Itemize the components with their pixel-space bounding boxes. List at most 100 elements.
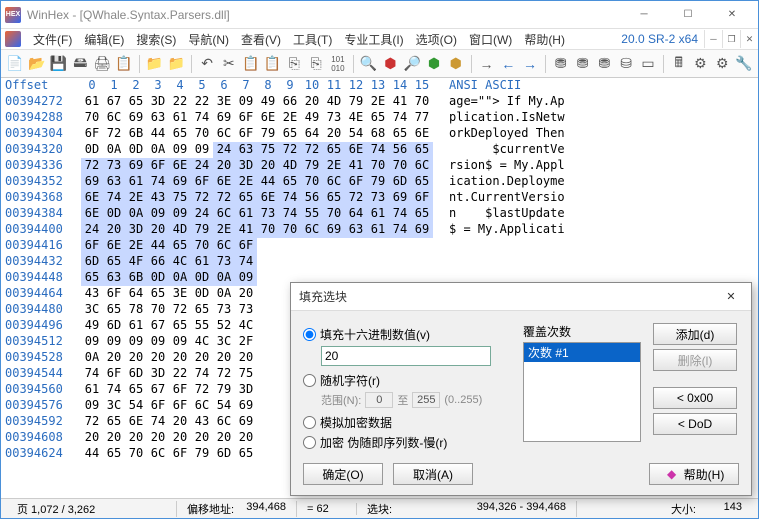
byte-cell[interactable]: 2E (125, 238, 147, 254)
byte-cell[interactable]: 74 (389, 206, 411, 222)
hex-row[interactable]: 0039435269636174696F6E2E4465706C6F796D65… (1, 174, 758, 190)
range-to-input[interactable] (412, 392, 440, 408)
byte-cell[interactable]: 3D (235, 158, 257, 174)
byte-cell[interactable]: 65 (103, 302, 125, 318)
byte-cell[interactable]: 61 (235, 206, 257, 222)
byte-cell[interactable]: 77 (411, 110, 433, 126)
byte-cell[interactable]: 2F (235, 334, 257, 350)
byte-cell[interactable]: 20 (103, 350, 125, 366)
byte-cell[interactable]: 65 (323, 142, 345, 158)
byte-cell[interactable]: 70 (125, 446, 147, 462)
byte-cell[interactable]: 73 (213, 254, 235, 270)
tool2-icon[interactable]: ⚙ (712, 53, 732, 75)
byte-cell[interactable]: 55 (191, 318, 213, 334)
undo-icon[interactable]: ↶ (197, 53, 217, 75)
byte-cell[interactable]: 20 (103, 222, 125, 238)
byte-cell[interactable]: 70 (191, 126, 213, 142)
byte-cell[interactable]: 72 (345, 190, 367, 206)
byte-cell[interactable]: 3E (169, 286, 191, 302)
dod-button[interactable]: < DoD (653, 413, 737, 435)
byte-cell[interactable]: 0A (147, 142, 169, 158)
hex-row[interactable]: 003943686E742E43757272656E7456657273696F… (1, 190, 758, 206)
options-icon[interactable]: 🔧 (734, 53, 754, 75)
byte-cell[interactable]: 61 (81, 94, 103, 110)
byte-cell[interactable]: 20 (191, 350, 213, 366)
mdi-close[interactable]: ✕ (740, 30, 758, 48)
pass-item-1[interactable]: 次数 #1 (524, 343, 640, 362)
byte-cell[interactable]: 65 (169, 318, 191, 334)
byte-cell[interactable]: 79 (257, 126, 279, 142)
byte-cell[interactable]: 6F (81, 238, 103, 254)
byte-cell[interactable]: 61 (367, 222, 389, 238)
byte-cell[interactable]: 0D (125, 142, 147, 158)
byte-cell[interactable]: 74 (103, 382, 125, 398)
byte-cell[interactable]: 24 (191, 206, 213, 222)
byte-cell[interactable]: 6F (103, 366, 125, 382)
menu-导航(N)[interactable]: 导航(N) (182, 29, 235, 50)
byte-cell[interactable]: 6F (81, 126, 103, 142)
passes-listbox[interactable]: 次数 #1 (523, 342, 641, 442)
byte-cell[interactable]: 65 (367, 110, 389, 126)
range-from-input[interactable] (365, 392, 393, 408)
byte-cell[interactable]: 67 (147, 382, 169, 398)
forward-icon[interactable]: → (520, 53, 540, 75)
byte-cell[interactable]: 74 (147, 414, 169, 430)
byte-cell[interactable]: 65 (125, 382, 147, 398)
byte-cell[interactable]: 6E (257, 190, 279, 206)
byte-cell[interactable]: 65 (147, 286, 169, 302)
byte-cell[interactable]: 79 (191, 222, 213, 238)
byte-cell[interactable]: 6E (81, 206, 103, 222)
byte-cell[interactable]: 65 (389, 126, 411, 142)
byte-cell[interactable]: 79 (213, 382, 235, 398)
byte-cell[interactable]: 20 (169, 430, 191, 446)
byte-cell[interactable]: 6F (235, 110, 257, 126)
byte-cell[interactable]: 0D (103, 206, 125, 222)
byte-cell[interactable]: 09 (147, 334, 169, 350)
byte-cell[interactable]: 65 (279, 126, 301, 142)
byte-cell[interactable]: 2E (213, 222, 235, 238)
add-button[interactable]: 添加(d) (653, 323, 737, 345)
hex-row[interactable]: 00394288706C69636174696F6E2E49734E657477… (1, 110, 758, 126)
byte-cell[interactable]: 72 (81, 414, 103, 430)
byte-cell[interactable]: 56 (301, 190, 323, 206)
byte-cell[interactable]: 67 (103, 94, 125, 110)
byte-cell[interactable]: 20 (147, 222, 169, 238)
disk4-icon[interactable]: ⛁ (616, 53, 636, 75)
paste-icon[interactable]: 📋 (263, 53, 283, 75)
byte-cell[interactable]: 4C (169, 254, 191, 270)
properties-icon[interactable]: 📋 (114, 53, 134, 75)
byte-cell[interactable]: 72 (301, 142, 323, 158)
hex-value-input[interactable] (321, 346, 491, 366)
byte-cell[interactable]: 56 (389, 142, 411, 158)
byte-cell[interactable]: 3C (103, 398, 125, 414)
mdi-restore[interactable]: ❐ (722, 30, 740, 48)
byte-cell[interactable]: 61 (125, 318, 147, 334)
ascii-cell[interactable]: ication.Deployme (433, 174, 565, 190)
byte-cell[interactable]: 64 (345, 206, 367, 222)
byte-cell[interactable]: 6D (81, 254, 103, 270)
byte-cell[interactable]: 75 (257, 142, 279, 158)
replace-icon[interactable]: ⬢ (424, 53, 444, 75)
byte-cell[interactable]: 70 (367, 158, 389, 174)
byte-cell[interactable]: 79 (345, 94, 367, 110)
byte-cell[interactable]: 73 (257, 206, 279, 222)
byte-cell[interactable]: 24 (213, 142, 235, 158)
byte-cell[interactable]: 3D (125, 222, 147, 238)
byte-cell[interactable]: 72 (279, 142, 301, 158)
byte-cell[interactable]: 78 (125, 302, 147, 318)
byte-cell[interactable]: 73 (213, 302, 235, 318)
byte-cell[interactable]: 3C (213, 334, 235, 350)
byte-cell[interactable]: 72 (169, 302, 191, 318)
random-radio[interactable]: 随机字符(r) (303, 372, 513, 389)
byte-cell[interactable]: 24 (191, 158, 213, 174)
hex-row[interactable]: 003943846E0D0A0909246C617374557064617465… (1, 206, 758, 222)
find-icon[interactable]: 🔍 (359, 53, 379, 75)
byte-cell[interactable]: 41 (235, 222, 257, 238)
hex-row[interactable]: 003944326D654F664C617374 (1, 254, 758, 270)
byte-cell[interactable]: 09 (103, 334, 125, 350)
byte-cell[interactable]: 65 (125, 94, 147, 110)
disk-icon[interactable]: 🖴 (70, 53, 90, 75)
simulate-radio[interactable]: 模拟加密数据 (303, 414, 513, 431)
new-icon[interactable]: 📄 (5, 53, 25, 75)
byte-cell[interactable]: 20 (169, 414, 191, 430)
